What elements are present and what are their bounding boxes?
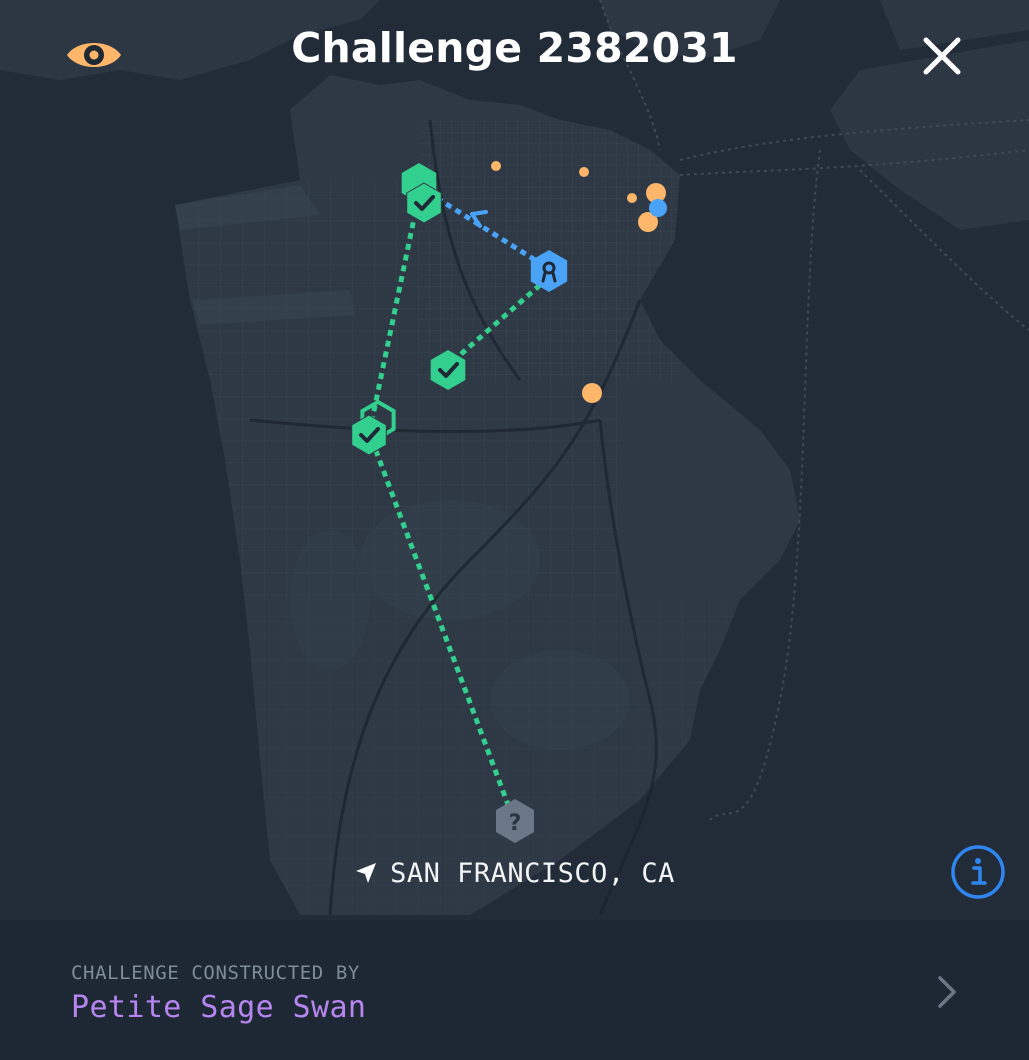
completed-node[interactable] (351, 414, 387, 456)
navigation-arrow-icon (356, 863, 377, 883)
poi-dot[interactable] (491, 161, 501, 171)
route-overlay: ? (351, 161, 667, 843)
constructor-name[interactable]: Petite Sage Swan (71, 990, 366, 1025)
unknown-node[interactable]: ? (496, 799, 534, 843)
constructor-label: CHALLENGE CONSTRUCTED BY (71, 962, 360, 984)
poi-dot[interactable] (582, 383, 602, 403)
route-segment (369, 439, 513, 811)
location-text: SAN FRANCISCO, CA (390, 858, 675, 889)
completed-node[interactable] (430, 350, 466, 390)
page-title: Challenge 2382031 (291, 24, 738, 72)
route-segment (450, 283, 542, 364)
constructor-row[interactable]: CHALLENGE CONSTRUCTED BY Petite Sage Swa… (0, 920, 1029, 1060)
location-label: SAN FRANCISCO, CA (0, 858, 1029, 889)
close-button[interactable] (918, 32, 966, 80)
challenge-screen: ? Challenge 2382031 SAN FRANCISCO, CA CH… (0, 0, 1029, 1060)
route-segment (438, 197, 537, 263)
chevron-right-icon[interactable] (932, 972, 962, 1012)
poi-dot[interactable] (579, 167, 589, 177)
info-button[interactable] (950, 844, 1006, 900)
info-icon (951, 845, 1005, 899)
poi-dot-blue[interactable] (649, 199, 667, 217)
route-segment (369, 189, 423, 421)
close-icon (923, 37, 961, 75)
question-icon: ? (509, 811, 522, 836)
poi-dot[interactable] (627, 193, 637, 203)
map-view[interactable]: ? Challenge 2382031 SAN FRANCISCO, CA (0, 0, 1029, 920)
